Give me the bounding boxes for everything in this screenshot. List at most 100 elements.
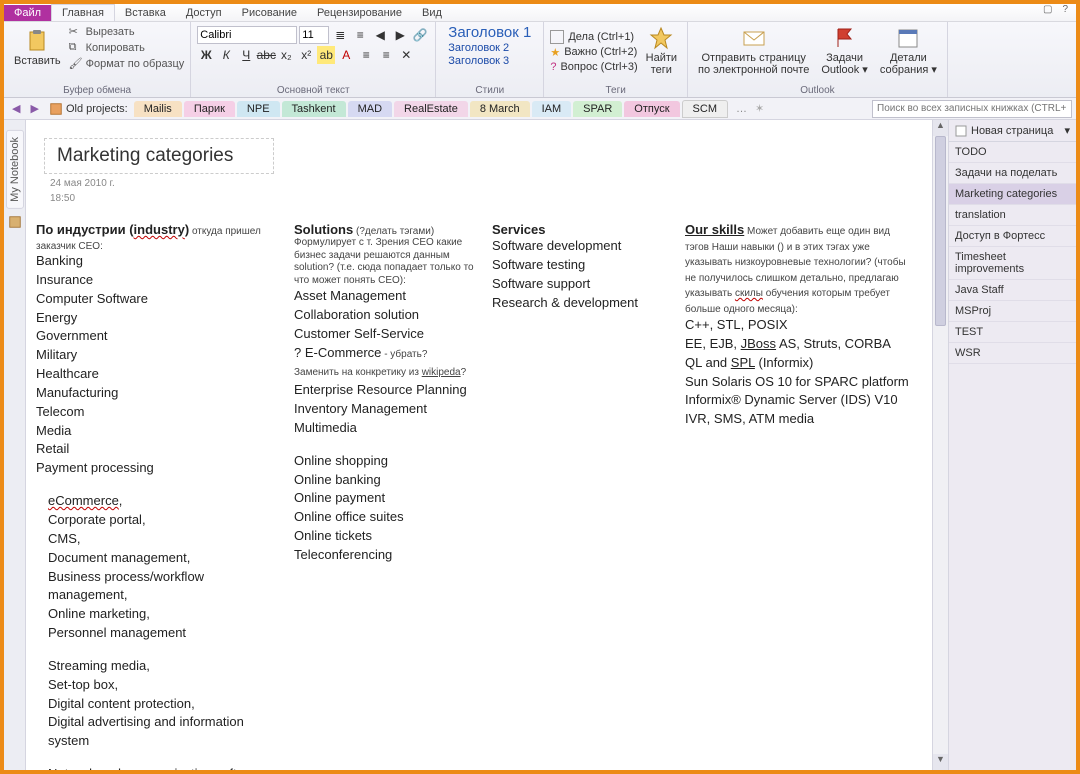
section-tab-spar[interactable]: SPAR	[573, 101, 622, 117]
column-industry: По индустрии (industry) откуда пришел за…	[36, 222, 276, 770]
indent-button[interactable]: ▶	[391, 26, 409, 44]
section-tab-8march[interactable]: 8 March	[470, 101, 530, 117]
section-tab-npe[interactable]: NPE	[237, 101, 280, 117]
highlight-button[interactable]: ab	[317, 46, 335, 64]
bold-button[interactable]: Ж	[197, 46, 215, 64]
section-tab-mad[interactable]: MAD	[348, 101, 392, 117]
column-skills: Our skills Может добавить еще один вид т…	[685, 222, 915, 770]
section-tab-mailis[interactable]: Mailis	[134, 101, 182, 117]
nav-back-icon[interactable]: ◀	[8, 102, 24, 115]
notebook-small-icon[interactable]	[8, 215, 22, 229]
new-page-button[interactable]: Новая страница▾	[949, 120, 1076, 142]
section-tab-iam[interactable]: IAM	[532, 101, 572, 117]
page-date: 24 мая 2010 г.	[50, 178, 922, 189]
paste-button[interactable]: Вставить	[10, 27, 65, 69]
tag-question[interactable]: ?Вопрос (Ctrl+3)	[550, 60, 637, 74]
search-input[interactable]	[872, 100, 1072, 118]
page-list-item[interactable]: TODO	[949, 142, 1076, 163]
list-item: EE, EJB, JBoss AS, Struts, CORBA	[685, 335, 915, 354]
list-item: IVR, SMS, ATM media	[685, 410, 915, 429]
format-painter-button[interactable]: 🖌Формат по образцу	[69, 56, 185, 72]
list-item: Energy	[36, 309, 276, 328]
list-item: Online tickets	[294, 527, 474, 546]
font-size-select[interactable]	[299, 26, 329, 44]
clear-format-button[interactable]: ✕	[397, 46, 415, 64]
notebook-tab[interactable]: My Notebook	[6, 130, 24, 209]
tag-important[interactable]: ★Важно (Ctrl+2)	[550, 45, 637, 60]
style-heading3[interactable]: Заголовок 3	[448, 55, 531, 67]
subscript-button[interactable]: x₂	[277, 46, 295, 64]
font-name-select[interactable]	[197, 26, 297, 44]
page-list-item[interactable]: translation	[949, 205, 1076, 226]
group-font-label: Основной текст	[197, 84, 429, 97]
font-color-button[interactable]: A	[337, 46, 355, 64]
page-list-item[interactable]: MSProj	[949, 301, 1076, 322]
notebook-bar: My Notebook	[4, 120, 26, 770]
page-title-container[interactable]: Marketing categories	[44, 138, 274, 174]
list-item: Online marketing,	[48, 605, 276, 624]
outdent-button[interactable]: ◀	[371, 26, 389, 44]
page-list-item[interactable]: Timesheet improvements	[949, 247, 1076, 280]
help-icon[interactable]: ?	[1058, 4, 1072, 15]
italic-button[interactable]: К	[217, 46, 235, 64]
section-tab-parik[interactable]: Парик	[184, 101, 235, 117]
scroll-thumb[interactable]	[935, 136, 946, 326]
list-item: ? E-Commerce - убрать? Заменить на конкр…	[294, 344, 474, 382]
page-list-item[interactable]: WSR	[949, 343, 1076, 364]
tab-insert[interactable]: Вставка	[115, 5, 176, 21]
numbering-button[interactable]: ≡	[351, 26, 369, 44]
copy-icon: ⧉	[69, 41, 83, 55]
align-center-button[interactable]: ≡	[377, 46, 395, 64]
new-section-button[interactable]: …	[730, 103, 753, 115]
page-title[interactable]: Marketing categories	[57, 145, 233, 167]
style-heading1[interactable]: Заголовок 1	[448, 24, 531, 41]
file-menu[interactable]: Файл	[4, 5, 51, 21]
bullets-button[interactable]: ≣	[331, 26, 349, 44]
cut-button[interactable]: ✂Вырезать	[69, 24, 185, 40]
envelope-icon	[742, 26, 766, 50]
list-item: Teleconferencing	[294, 546, 474, 565]
copy-button[interactable]: ⧉Копировать	[69, 40, 185, 56]
tab-draw[interactable]: Рисование	[232, 5, 307, 21]
section-tab-scm[interactable]: SCM	[682, 100, 728, 118]
checkbox-icon	[550, 30, 564, 44]
page-list-item[interactable]: Java Staff	[949, 280, 1076, 301]
section-tab-realestate[interactable]: RealEstate	[394, 101, 468, 117]
list-item: Personnel management	[48, 624, 276, 643]
solutions-header: Solutions	[294, 222, 353, 237]
page-canvas[interactable]: Marketing categories 24 мая 2010 г. 18:5…	[26, 120, 932, 770]
scroll-up-icon[interactable]: ▲	[933, 120, 948, 136]
tab-home[interactable]: Главная	[51, 4, 115, 21]
tag-todo[interactable]: Дела (Ctrl+1)	[550, 29, 637, 45]
list-item: Payment processing	[36, 459, 276, 478]
page-list-item[interactable]: Задачи на поделать	[949, 163, 1076, 184]
meeting-details-button[interactable]: Детали собрания ▾	[876, 24, 941, 78]
nav-fwd-icon[interactable]: ▶	[26, 102, 42, 115]
align-left-button[interactable]: ≡	[357, 46, 375, 64]
section-tab-otpusk[interactable]: Отпуск	[624, 101, 679, 117]
strike-button[interactable]: abc	[257, 46, 275, 64]
list-item: Computer Software	[36, 290, 276, 309]
list-item: Online payment	[294, 489, 474, 508]
style-heading2[interactable]: Заголовок 2	[448, 42, 531, 54]
find-tags-button[interactable]: Найти теги	[642, 24, 681, 78]
list-item: Healthcare	[36, 365, 276, 384]
minimize-ribbon-icon[interactable]: ▢	[1039, 4, 1056, 15]
vertical-scrollbar[interactable]: ▲ ▼	[932, 120, 948, 770]
section-tab-tashkent[interactable]: Tashkent	[282, 101, 346, 117]
underline-button[interactable]: Ч	[237, 46, 255, 64]
page-list-item[interactable]: Доступ в Фортесс	[949, 226, 1076, 247]
outlook-tasks-button[interactable]: Задачи Outlook ▾	[817, 24, 872, 78]
scroll-down-icon[interactable]: ▼	[933, 754, 948, 770]
tab-view[interactable]: Вид	[412, 5, 452, 21]
email-page-button[interactable]: Отправить страницу по электронной почте	[694, 24, 813, 78]
tab-share[interactable]: Доступ	[176, 5, 232, 21]
page-list-item[interactable]: TEST	[949, 322, 1076, 343]
superscript-button[interactable]: x²	[297, 46, 315, 64]
list-item: Sun Solaris OS 10 for SPARC platform	[685, 373, 915, 392]
solutions-note: Формулирует с т. Зрения CEO какие бизнес…	[294, 237, 474, 287]
list-item: Software development	[492, 237, 667, 256]
tab-review[interactable]: Рецензирование	[307, 5, 412, 21]
link-button[interactable]: 🔗	[411, 26, 429, 44]
page-list-item[interactable]: Marketing categories	[949, 184, 1076, 205]
